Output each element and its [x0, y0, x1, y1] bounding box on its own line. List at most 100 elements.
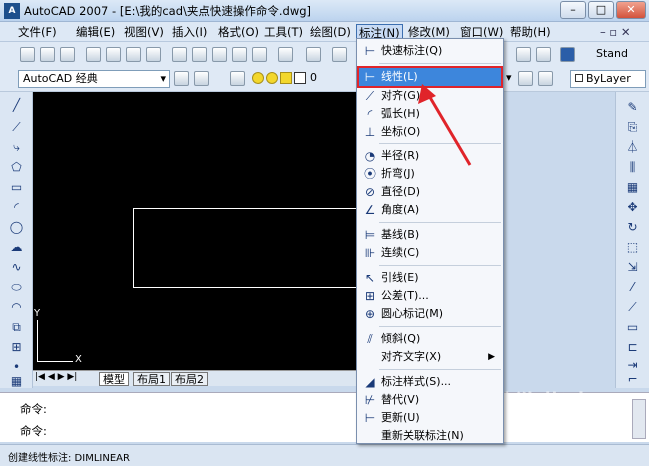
chevron-down-icon[interactable]: ▾ — [506, 71, 512, 84]
menu-draw[interactable]: 绘图(D) — [310, 24, 351, 40]
menu-edit[interactable]: 编辑(E) — [76, 24, 115, 40]
arc-icon[interactable]: ◜ — [9, 200, 24, 215]
menu-item-align-text[interactable]: 对齐文字(X) ▶ — [359, 348, 501, 366]
line-icon[interactable]: ╱ — [9, 98, 24, 113]
point-icon[interactable]: • — [9, 360, 24, 375]
publish-icon[interactable] — [126, 47, 141, 62]
offset-icon[interactable]: ⫼ — [625, 160, 640, 175]
join-icon[interactable]: ⊏ — [625, 340, 640, 355]
menu-insert[interactable]: 插入(I) — [172, 24, 207, 40]
menu-item-aligned[interactable]: ⟋ 对齐(G) — [359, 87, 501, 105]
layer-name[interactable]: 0 — [310, 71, 317, 84]
sun-icon[interactable] — [266, 72, 278, 84]
menu-item-tolerance[interactable]: ⊞ 公差(T)... — [359, 287, 501, 305]
workspace-settings-icon[interactable] — [174, 71, 189, 86]
cut-icon[interactable] — [172, 47, 187, 62]
break-icon[interactable]: ▭ — [625, 320, 640, 335]
redo-icon[interactable] — [306, 47, 321, 62]
fillet-icon[interactable]: ⌐ — [625, 372, 640, 387]
menu-item-radius[interactable]: ◔ 半径(R) — [359, 147, 501, 165]
drawing-canvas[interactable]: Y X — [33, 92, 369, 370]
text-style-value[interactable]: Stand — [596, 47, 628, 60]
autocad-app-icon[interactable]: A — [4, 3, 20, 19]
menu-item-jogged[interactable]: ⦿ 折弯(J) — [359, 165, 501, 183]
layer-manager-icon[interactable] — [230, 71, 245, 86]
mirror-icon[interactable]: ⏃ — [625, 140, 640, 155]
menu-item-angular[interactable]: ∠ 角度(A) — [359, 201, 501, 219]
help-icon[interactable] — [560, 47, 575, 62]
pan-icon[interactable] — [332, 47, 347, 62]
preview-icon[interactable] — [106, 47, 121, 62]
extend-icon[interactable]: ⟋ — [625, 300, 640, 315]
chamfer-icon[interactable]: ⇥ — [625, 358, 640, 373]
drawn-rectangle[interactable] — [133, 208, 369, 288]
spline-icon[interactable]: ∿ — [9, 260, 24, 275]
menu-format[interactable]: 格式(O) — [218, 24, 259, 40]
menu-help[interactable]: 帮助(H) — [510, 24, 551, 40]
circle-icon[interactable]: ◯ — [9, 220, 24, 235]
maximize-button[interactable]: □ — [588, 1, 614, 19]
layer-previous-icon[interactable] — [518, 71, 533, 86]
menu-item-arc-length[interactable]: ◜ 弧长(H) — [359, 105, 501, 123]
calculator-icon[interactable] — [536, 47, 551, 62]
mdi-window-controls[interactable]: – ▫ ✕ — [600, 24, 631, 40]
menu-item-oblique[interactable]: ⫽ 倾斜(Q) — [359, 330, 501, 348]
menu-item-continue[interactable]: ⊪ 连续(C) — [359, 244, 501, 262]
menu-item-ordinate[interactable]: ⊥ 坐标(O) — [359, 123, 501, 141]
copy-icon[interactable] — [192, 47, 207, 62]
copy-object-icon[interactable]: ⎘ — [625, 120, 640, 135]
hatch-icon[interactable]: ▦ — [9, 374, 24, 389]
menu-file[interactable]: 文件(F) — [18, 24, 57, 40]
save-icon[interactable] — [60, 47, 75, 62]
tab-layout2[interactable]: 布局2 — [171, 372, 208, 386]
rectangle-icon[interactable]: ▭ — [9, 180, 24, 195]
menu-item-linear[interactable]: ⊢ 线性(L) — [357, 66, 503, 88]
polygon-icon[interactable]: ⬠ — [9, 160, 24, 175]
open-icon[interactable] — [40, 47, 55, 62]
print-icon[interactable] — [86, 47, 101, 62]
command-scrollbar[interactable] — [632, 399, 646, 439]
workspace-combo[interactable]: AutoCAD 经典 ▾ — [18, 70, 170, 88]
color-combo[interactable]: ByLayer — [570, 70, 646, 88]
check-icon[interactable] — [146, 47, 161, 62]
menu-view[interactable]: 视图(V) — [124, 24, 164, 40]
command-input-line[interactable]: 命令: — [20, 423, 47, 439]
polyline-icon[interactable]: ⤷ — [9, 140, 24, 155]
tab-navigation-icon[interactable]: |◀ ◀ ▶ ▶| — [35, 372, 77, 382]
menu-item-baseline[interactable]: ⊨ 基线(B) — [359, 226, 501, 244]
lightbulb-icon[interactable] — [252, 72, 264, 84]
menu-item-reassociate[interactable]: 重新关联标注(N) — [359, 427, 501, 445]
workspace-save-icon[interactable] — [194, 71, 209, 86]
brush-icon[interactable] — [252, 47, 267, 62]
layer-state-icon[interactable] — [538, 71, 553, 86]
menu-item-leader[interactable]: ↖ 引线(E) — [359, 269, 501, 287]
ellipse-icon[interactable]: ⬭ — [9, 280, 24, 295]
close-button[interactable]: ✕ — [616, 1, 646, 19]
tab-model[interactable]: 模型 — [99, 372, 129, 386]
stretch-icon[interactable]: ⇲ — [625, 260, 640, 275]
menu-item-update[interactable]: ⊢ 更新(U) — [359, 409, 501, 427]
revcloud-icon[interactable]: ☁ — [9, 240, 24, 255]
match-prop-icon[interactable] — [232, 47, 247, 62]
menu-item-center-mark[interactable]: ⊕ 圆心标记(M) — [359, 305, 501, 323]
rotate-icon[interactable]: ↻ — [625, 220, 640, 235]
lock-icon[interactable] — [280, 72, 292, 84]
minimize-button[interactable]: – — [560, 1, 586, 19]
move-icon[interactable]: ✥ — [625, 200, 640, 215]
paste-icon[interactable] — [212, 47, 227, 62]
insert-block-icon[interactable]: ⧉ — [9, 320, 24, 335]
menu-item-quick-dimension[interactable]: ⊢ 快速标注(Q) — [359, 42, 501, 60]
scale-icon[interactable]: ⬚ — [625, 240, 640, 255]
trim-icon[interactable]: ⁄ — [625, 280, 640, 295]
array-icon[interactable]: ▦ — [625, 180, 640, 195]
toolpalette-icon[interactable] — [516, 47, 531, 62]
ellipse-arc-icon[interactable]: ◠ — [9, 300, 24, 315]
menu-item-diameter[interactable]: ⊘ 直径(D) — [359, 183, 501, 201]
tab-layout1[interactable]: 布局1 — [133, 372, 170, 386]
menu-item-override[interactable]: ⊬ 替代(V) — [359, 391, 501, 409]
menu-tools[interactable]: 工具(T) — [264, 24, 303, 40]
erase-icon[interactable]: ✎ — [625, 100, 640, 115]
construction-line-icon[interactable]: ⟋ — [9, 120, 24, 135]
new-icon[interactable] — [20, 47, 35, 62]
menu-item-dim-style[interactable]: ◢ 标注样式(S)... — [359, 373, 501, 391]
